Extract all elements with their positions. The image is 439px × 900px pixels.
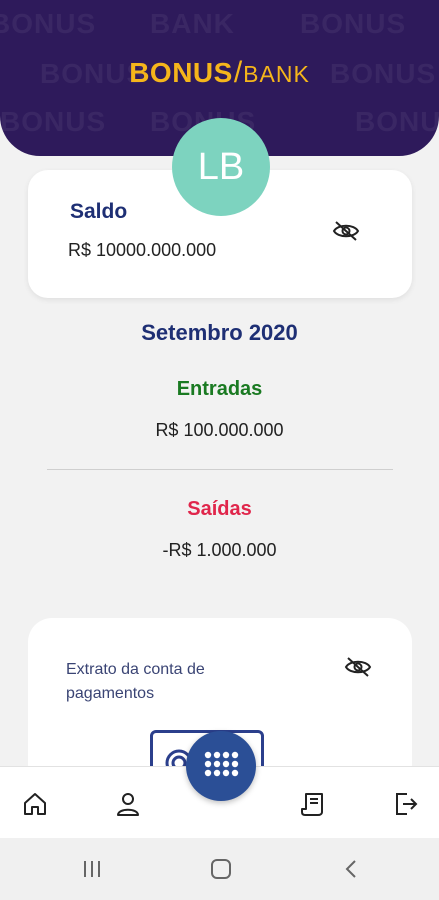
logout-icon[interactable] (393, 791, 419, 817)
balance-label: Saldo (70, 200, 128, 223)
keypad-icon (204, 751, 239, 777)
eye-off-icon[interactable] (344, 656, 372, 678)
header-watermark: BONUS (0, 106, 107, 137)
receipt-icon[interactable] (300, 791, 326, 817)
home-icon[interactable] (22, 791, 48, 817)
balance-value: R$ 10000.000.000 (68, 240, 217, 260)
avatar[interactable]: LB (172, 118, 270, 216)
keypad-button[interactable] (186, 731, 256, 801)
header-watermark: BONUS (355, 106, 439, 137)
system-navigation-bar (0, 838, 439, 900)
divider (47, 469, 393, 470)
header-watermark: BONUS (300, 8, 407, 39)
month-title: Setembro 2020 (141, 320, 298, 345)
back-icon[interactable] (340, 858, 364, 880)
expense-value: -R$ 1.000.000 (162, 540, 277, 560)
statement-title: Extrato da conta de pagamentos (66, 661, 205, 702)
home-circle-icon[interactable] (209, 858, 233, 880)
logo-bank-text: BANK (243, 61, 310, 87)
eye-off-icon[interactable] (332, 220, 360, 242)
logo-bonus-text: BONUS (129, 57, 233, 88)
income-label: Entradas (176, 378, 263, 400)
header-watermark: BONUS (0, 8, 97, 39)
expense-label: Saídas (187, 498, 252, 520)
recents-icon[interactable] (80, 858, 104, 880)
income-value: R$ 100.000.000 (155, 420, 284, 440)
user-icon[interactable] (115, 791, 141, 817)
bonus-bank-logo: BONUS/BANK (0, 56, 439, 90)
header-watermark: BANK (150, 8, 235, 39)
logo-slash: / (233, 56, 243, 89)
